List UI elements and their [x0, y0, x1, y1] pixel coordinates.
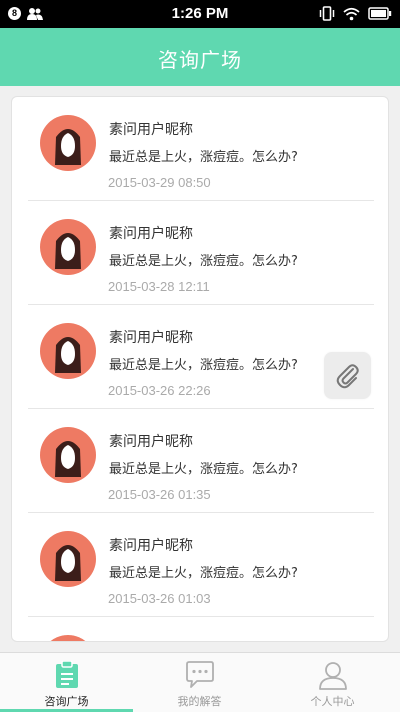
user-nickname: 素问用户昵称 [109, 538, 193, 554]
page-title: 咨询广场 [158, 48, 242, 72]
attach-button[interactable] [324, 352, 371, 399]
avatar-icon [40, 427, 96, 483]
list-item[interactable]: 素问用户昵称 最近总是上火，涨痘痘。怎么办? 2015-03-26 01:03 [12, 513, 388, 617]
tab-my-answers[interactable]: 我的解答 [133, 653, 266, 712]
post-date: 2015-03-28 12:11 [108, 279, 210, 294]
avatar-icon [40, 323, 96, 379]
avatar-icon [40, 115, 96, 171]
user-nickname: 素问用户昵称 [109, 330, 193, 346]
user-nickname: 素问用户昵称 [109, 122, 193, 138]
app-header: 咨询广场 [0, 28, 400, 86]
chat-bubble-icon [185, 660, 215, 690]
avatar-icon [40, 531, 96, 587]
paperclip-icon [336, 363, 359, 388]
list-item[interactable]: 素问用户昵称 最近总是上火，涨痘痘。怎么办? 2015-03-29 08:50 [12, 97, 388, 201]
status-bar-right [319, 6, 392, 21]
wifi-icon [343, 7, 360, 20]
question-text: 最近总是上火，涨痘痘。怎么办? [109, 462, 298, 477]
tab-label: 我的解答 [177, 695, 222, 708]
bottom-tab-bar: 咨询广场 我的解答 个人中心 [0, 652, 400, 712]
question-text: 最近总是上火，涨痘痘。怎么办? [109, 254, 298, 269]
tab-personal-center[interactable]: 个人中心 [266, 653, 399, 712]
question-text: 最近总是上火，涨痘痘。怎么办? [109, 566, 298, 581]
list-item[interactable]: 素问用户昵称 最近总是上火，涨痘痘。怎么办? 2015-03-28 12:11 [12, 201, 388, 305]
status-bar: 8 1:26 PM [0, 0, 400, 28]
list-item[interactable]: 素问用户昵称 最近总是上火，涨痘痘。怎么办? 2015-03-26 01:35 [12, 409, 388, 513]
tab-consult-square[interactable]: 咨询广场 [0, 653, 133, 712]
person-icon [318, 660, 348, 690]
vibrate-icon [319, 6, 335, 21]
avatar-icon [50, 635, 86, 641]
list-item-partial[interactable] [12, 617, 388, 641]
post-date: 2015-03-26 01:35 [108, 487, 211, 502]
question-text: 最近总是上火，涨痘痘。怎么办? [109, 358, 298, 373]
avatar-icon [40, 219, 96, 275]
post-date: 2015-03-29 08:50 [108, 175, 211, 190]
tab-label: 咨询广场 [44, 695, 89, 708]
battery-icon [368, 7, 392, 20]
user-nickname: 素问用户昵称 [109, 434, 193, 450]
clipboard-icon [52, 660, 82, 690]
post-date: 2015-03-26 22:26 [108, 383, 211, 398]
post-date: 2015-03-26 01:03 [108, 591, 211, 606]
tab-label: 个人中心 [310, 695, 355, 708]
question-text: 最近总是上火，涨痘痘。怎么办? [109, 150, 298, 165]
user-nickname: 素问用户昵称 [109, 226, 193, 242]
